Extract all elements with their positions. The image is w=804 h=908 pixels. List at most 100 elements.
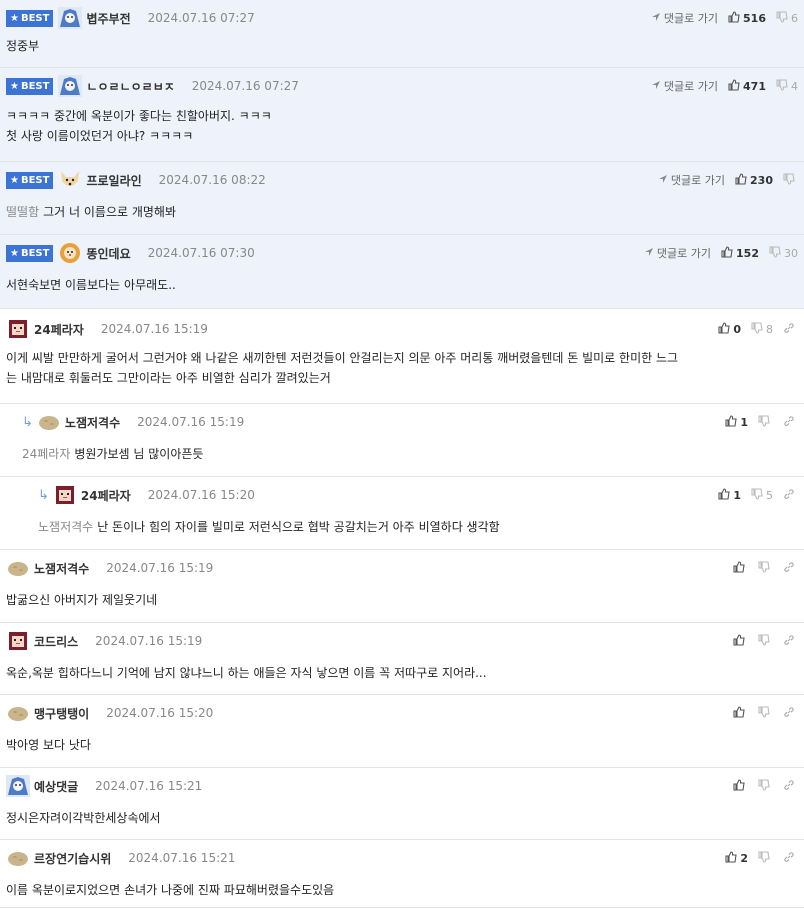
dislike-button[interactable]: [783, 172, 798, 188]
like-button[interactable]: 152: [721, 245, 759, 261]
like-button[interactable]: [733, 778, 748, 794]
dislike-button[interactable]: [758, 560, 773, 576]
comment-text: 정시은자려이각박한세상속에서: [6, 811, 161, 825]
potato-avatar[interactable]: [6, 702, 30, 724]
dislike-button[interactable]: 8: [751, 321, 773, 337]
blue-hair-avatar[interactable]: [58, 7, 83, 29]
location-arrow-icon: [658, 174, 671, 187]
permalink-button[interactable]: [783, 634, 798, 649]
like-button[interactable]: 0: [718, 321, 741, 337]
goto-reply-link[interactable]: 댓글로 가기: [651, 10, 718, 26]
comment-body: 박아영 보다 낫다: [6, 735, 796, 755]
dislike-button[interactable]: 4: [776, 78, 798, 94]
like-button[interactable]: 2: [725, 850, 748, 866]
mention-tag[interactable]: 노잼저격수: [38, 520, 93, 534]
comment-body: 옥순,옥분 힙하다느니 기억에 남지 않냐느니 하는 애들은 자식 낳으면 이름…: [6, 663, 796, 683]
best-badge: ★ BEST: [6, 171, 54, 189]
comment-actions: 댓글로 가기 152 30: [634, 242, 798, 264]
potato-avatar[interactable]: [37, 411, 61, 433]
author-nickname[interactable]: 24페라자: [34, 321, 84, 338]
dislike-button[interactable]: 30: [769, 245, 798, 261]
like-button[interactable]: [733, 633, 748, 649]
comment-line: 이게 씨발 만만하게 굴어서 그런거야 왜 나같은 새끼한텐 저런것들이 안걸리…: [6, 348, 796, 368]
comment-line: 정중부: [6, 36, 796, 56]
comment-actions: 15: [708, 484, 798, 506]
permalink-button[interactable]: [783, 561, 798, 576]
comment-text: 박아영 보다 낫다: [6, 738, 91, 752]
author-nickname[interactable]: 르장연기습시위: [34, 850, 111, 867]
comment-line: 24페라자 병원가보셈 님 많이아픈듯: [22, 444, 796, 464]
lion-avatar[interactable]: [58, 242, 82, 264]
mention-tag[interactable]: 24페라자: [22, 447, 70, 461]
comment-date: 2024.07.16 08:22: [158, 173, 266, 187]
like-button[interactable]: [733, 560, 748, 576]
comment-date: 2024.07.16 15:19: [95, 634, 203, 648]
dislike-button[interactable]: [758, 850, 773, 866]
star-icon: ★: [10, 12, 19, 24]
comment: 맹구탱탱이 2024.07.16 15:20 박아영 보다 낫다: [0, 695, 804, 768]
permalink-button[interactable]: [783, 415, 798, 430]
comment-body: 노잼저격수 난 돈이나 힘의 자이를 빌미로 저런식으로 협박 공갈치는거 아주 …: [38, 517, 796, 537]
best-comment: ★ BEST 프로일라인 2024.07.16 08:22 댓글로 가기 230 떨떨함 그거…: [0, 162, 804, 235]
like-count: 230: [750, 173, 773, 187]
best-comment: ★ BEST ㄴㅇㄹㄴㅇㄹㅂㅈ 2024.07.16 07:27 댓글로 가기 471 4 ㅋ…: [0, 68, 804, 162]
dog-avatar[interactable]: [58, 169, 82, 191]
permalink-button[interactable]: [783, 706, 798, 721]
author-nickname[interactable]: 24페라자: [81, 487, 131, 504]
thumbs-up-icon: [725, 414, 740, 430]
thumbs-down-icon: [751, 487, 766, 503]
permalink-button[interactable]: [783, 322, 798, 337]
reply-arrow-icon: ↳: [38, 487, 49, 503]
like-button[interactable]: 471: [728, 78, 766, 94]
author-nickname[interactable]: 노잼저격수: [65, 414, 120, 431]
thumbs-down-icon: [758, 705, 773, 721]
comment-line: 이름 옥분이로지었으면 손녀가 나중에 진짜 파묘해버렸을수도있음: [6, 880, 796, 900]
like-button[interactable]: 516: [728, 10, 766, 26]
pixel-avatar[interactable]: [53, 484, 77, 506]
dislike-button[interactable]: 5: [751, 487, 773, 503]
author-nickname[interactable]: 맹구탱탱이: [34, 705, 89, 722]
potato-avatar[interactable]: [6, 557, 30, 579]
dislike-button[interactable]: [758, 705, 773, 721]
author-nickname[interactable]: 예상댓글: [34, 778, 78, 795]
permalink-button[interactable]: [783, 851, 798, 866]
comment-line: 박아영 보다 낫다: [6, 735, 796, 755]
blue-hair-avatar[interactable]: [58, 75, 83, 97]
dislike-button[interactable]: 6: [776, 10, 798, 26]
comment-actions: [723, 557, 798, 579]
author-nickname[interactable]: ㄴㅇㄹㄴㅇㄹㅂㅈ: [86, 78, 174, 95]
author-nickname[interactable]: 볍주부전: [86, 10, 130, 27]
goto-reply-link[interactable]: 댓글로 가기: [651, 78, 718, 94]
mention-tag[interactable]: 떨떨함: [6, 205, 39, 219]
permalink-button[interactable]: [783, 488, 798, 503]
like-button[interactable]: [733, 705, 748, 721]
dislike-button[interactable]: [758, 414, 773, 430]
comment-header: ↳ 24페라자 2024.07.16 15:20: [38, 484, 798, 506]
goto-reply-label: 댓글로 가기: [663, 80, 719, 93]
comment-date: 2024.07.16 07:27: [191, 79, 299, 93]
location-arrow-icon: [644, 247, 657, 260]
blue-hair-avatar[interactable]: [6, 775, 30, 797]
thumbs-up-icon: [725, 850, 740, 866]
link-icon: [783, 634, 798, 649]
like-button[interactable]: 1: [718, 487, 741, 503]
dislike-button[interactable]: [758, 778, 773, 794]
reply-comment: ↳ 24페라자 2024.07.16 15:20 1 5 노잼저격수 난 돈이나 힘의 자이…: [0, 477, 804, 550]
goto-reply-link[interactable]: 댓글로 가기: [644, 245, 711, 261]
author-nickname[interactable]: 똥인데요: [86, 245, 130, 262]
like-count: 471: [743, 79, 766, 93]
author-nickname[interactable]: 코드리스: [34, 633, 78, 650]
author-nickname[interactable]: 노잼저격수: [34, 560, 89, 577]
permalink-button[interactable]: [783, 779, 798, 794]
goto-reply-link[interactable]: 댓글로 가기: [658, 172, 725, 188]
author-nickname[interactable]: 프로일라인: [86, 172, 141, 189]
pixel-avatar[interactable]: [6, 630, 30, 652]
potato-avatar[interactable]: [6, 847, 30, 869]
best-badge: ★ BEST: [6, 9, 54, 27]
dislike-count: 8: [766, 322, 773, 336]
pixel-avatar[interactable]: [6, 318, 30, 340]
like-button[interactable]: 230: [735, 172, 773, 188]
like-button[interactable]: 1: [725, 414, 748, 430]
best-badge: ★ BEST: [6, 77, 54, 95]
dislike-button[interactable]: [758, 633, 773, 649]
